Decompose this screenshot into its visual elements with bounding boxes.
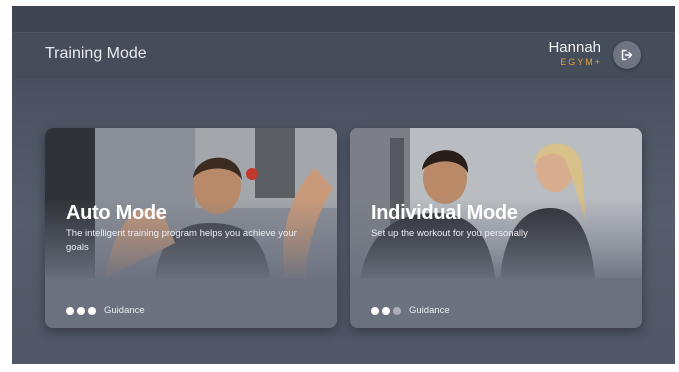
guidance-indicator: Guidance — [66, 305, 145, 316]
user-name: Hannah — [548, 39, 601, 56]
guidance-dot-filled — [382, 306, 390, 315]
guidance-label: Guidance — [409, 305, 450, 316]
guidance-dot-filled — [66, 306, 74, 315]
guidance-label: Guidance — [104, 305, 145, 316]
status-strip — [12, 6, 675, 32]
guidance-indicator: Guidance — [371, 305, 450, 316]
logout-button[interactable] — [613, 41, 641, 69]
guidance-dot-filled — [77, 306, 85, 315]
app-screen: Training Mode Hannah EGYM+ Auto Mode The… — [12, 6, 675, 364]
user-profile[interactable]: Hannah EGYM+ — [548, 39, 601, 68]
card-title: Individual Mode — [371, 202, 518, 224]
guidance-dot-filled — [88, 306, 96, 315]
card-description: The intelligent training program helps y… — [66, 228, 297, 253]
guidance-dot-filled — [371, 306, 379, 315]
header-bar: Training Mode Hannah EGYM+ — [12, 32, 675, 79]
individual-mode-card[interactable]: Individual Mode Set up the workout for y… — [350, 128, 642, 328]
brand-label: EGYM+ — [560, 57, 602, 67]
card-title: Auto Mode — [66, 202, 167, 224]
logout-icon — [621, 49, 633, 61]
guidance-dot-empty — [393, 306, 401, 315]
card-description: Set up the workout for you personally — [371, 228, 528, 239]
auto-mode-card[interactable]: Auto Mode The intelligent training progr… — [45, 128, 337, 328]
page-title: Training Mode — [45, 45, 147, 62]
